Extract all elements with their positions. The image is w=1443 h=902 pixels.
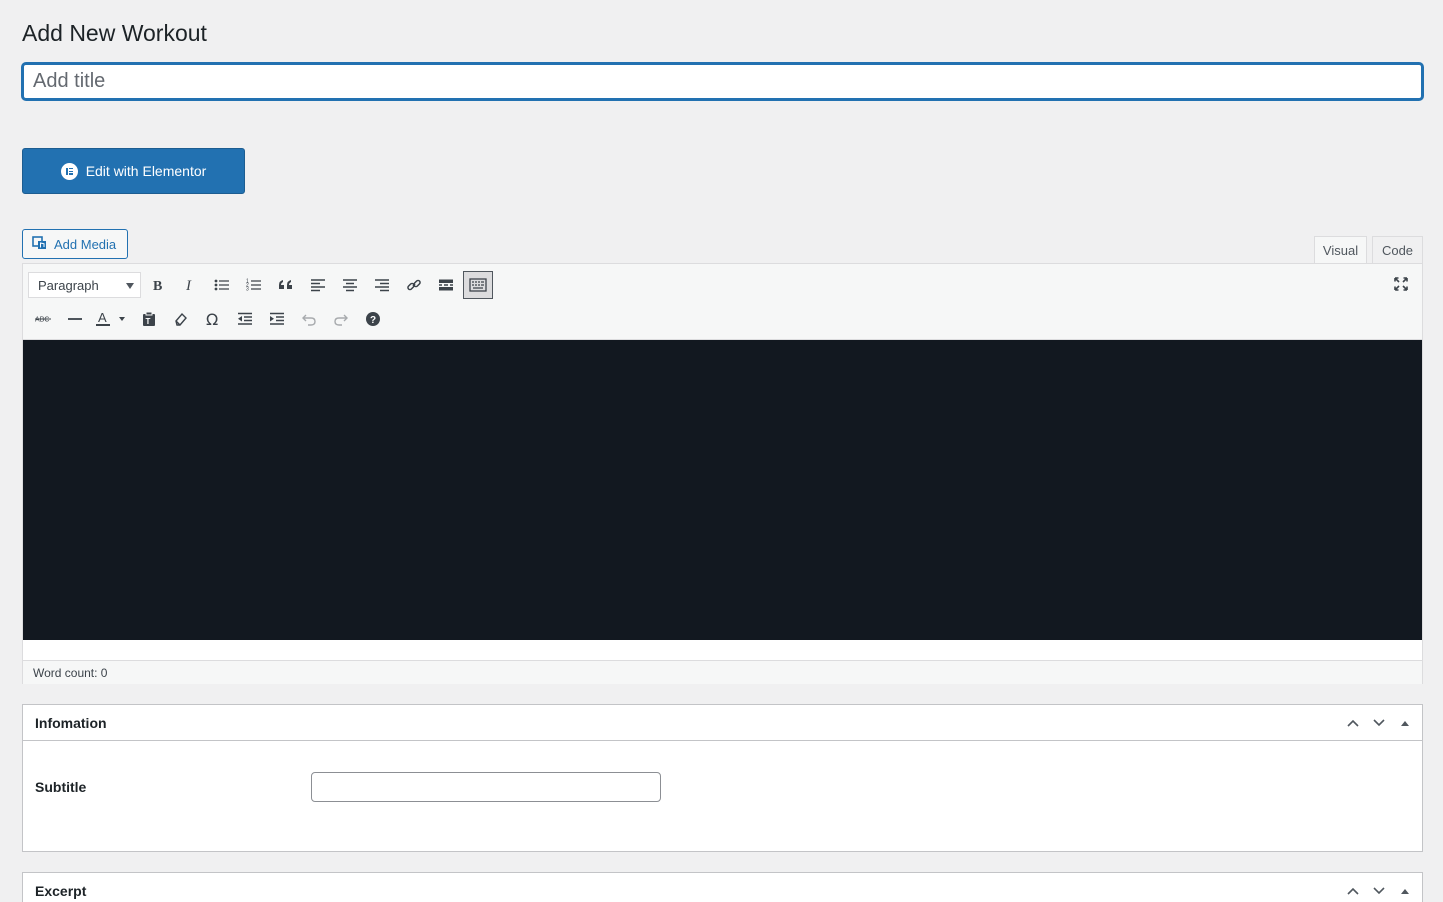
edit-with-elementor-label: Edit with Elementor <box>85 163 207 179</box>
move-up-icon[interactable] <box>1342 712 1364 734</box>
subtitle-input[interactable] <box>311 772 661 802</box>
bold-icon[interactable]: B <box>143 271 173 299</box>
editor-toolbar: Paragraph B I 123 ABC A T Ω ? <box>23 264 1422 340</box>
metabox-excerpt: Excerpt <box>22 872 1423 902</box>
fullscreen-icon[interactable] <box>1386 270 1416 298</box>
add-media-label: Add Media <box>54 236 117 252</box>
subtitle-label: Subtitle <box>35 779 87 795</box>
align-right-icon[interactable] <box>367 271 397 299</box>
edit-post-page: Add New Workout Edit with Elementor Add … <box>0 0 1443 902</box>
collapse-toggle-icon[interactable] <box>1394 880 1416 902</box>
move-down-icon[interactable] <box>1368 712 1390 734</box>
metabox-controls <box>1342 705 1416 741</box>
metabox-title: Excerpt <box>35 883 87 899</box>
metabox-header: Excerpt <box>23 873 1422 902</box>
svg-text:B: B <box>153 279 162 292</box>
svg-text:T: T <box>146 317 151 326</box>
clear-formatting-icon[interactable] <box>166 305 196 333</box>
chevron-down-icon <box>126 283 134 289</box>
tab-visual[interactable]: Visual <box>1314 236 1367 264</box>
svg-text:A: A <box>98 311 107 325</box>
format-select[interactable]: Paragraph <box>28 272 141 298</box>
svg-text:ABC: ABC <box>35 317 49 324</box>
svg-text:?: ? <box>370 315 376 326</box>
post-title-input[interactable] <box>22 63 1423 100</box>
move-down-icon[interactable] <box>1368 880 1390 902</box>
svg-text:I: I <box>185 278 192 292</box>
help-icon[interactable]: ? <box>358 305 388 333</box>
elementor-icon <box>60 162 78 180</box>
word-count: Word count: 0 <box>23 660 1422 684</box>
svg-text:3: 3 <box>246 287 249 293</box>
numbered-list-icon[interactable]: 123 <box>239 271 269 299</box>
metabox-header: Infomation <box>23 705 1422 741</box>
metabox-controls <box>1342 873 1416 902</box>
bullet-list-icon[interactable] <box>207 271 237 299</box>
tab-code[interactable]: Code <box>1372 236 1423 264</box>
metabox-title: Infomation <box>35 714 107 731</box>
paste-text-icon[interactable]: T <box>134 305 164 333</box>
format-select-value: Paragraph <box>38 277 99 293</box>
add-media-button[interactable]: Add Media <box>22 229 128 259</box>
text-color-icon[interactable]: A <box>92 305 132 333</box>
edit-with-elementor-button[interactable]: Edit with Elementor <box>22 148 245 194</box>
editor-content-area[interactable] <box>23 340 1422 640</box>
indent-icon[interactable] <box>262 305 292 333</box>
link-icon[interactable] <box>399 271 429 299</box>
redo-icon[interactable] <box>326 305 356 333</box>
media-icon <box>32 235 48 254</box>
collapse-toggle-icon[interactable] <box>1394 712 1416 734</box>
blockquote-icon[interactable] <box>271 271 301 299</box>
special-character-icon[interactable]: Ω <box>198 305 228 333</box>
align-left-icon[interactable] <box>303 271 333 299</box>
strikethrough-icon[interactable]: ABC <box>28 305 58 333</box>
toolbar-toggle-icon[interactable] <box>463 271 493 299</box>
undo-icon[interactable] <box>294 305 324 333</box>
metabox-information: Infomation Subtitle <box>22 704 1423 852</box>
read-more-icon[interactable] <box>431 271 461 299</box>
page-title: Add New Workout <box>22 20 207 46</box>
svg-text:Ω: Ω <box>206 311 218 327</box>
outdent-icon[interactable] <box>230 305 260 333</box>
toolbar-row-2: ABC A T Ω ? <box>28 304 390 334</box>
align-center-icon[interactable] <box>335 271 365 299</box>
toolbar-row-1: Paragraph B I 123 <box>28 270 495 300</box>
italic-icon[interactable]: I <box>175 271 205 299</box>
horizontal-line-icon[interactable] <box>60 305 90 333</box>
move-up-icon[interactable] <box>1342 880 1364 902</box>
content-editor: Paragraph B I 123 ABC A T Ω ? Word count… <box>22 263 1423 684</box>
